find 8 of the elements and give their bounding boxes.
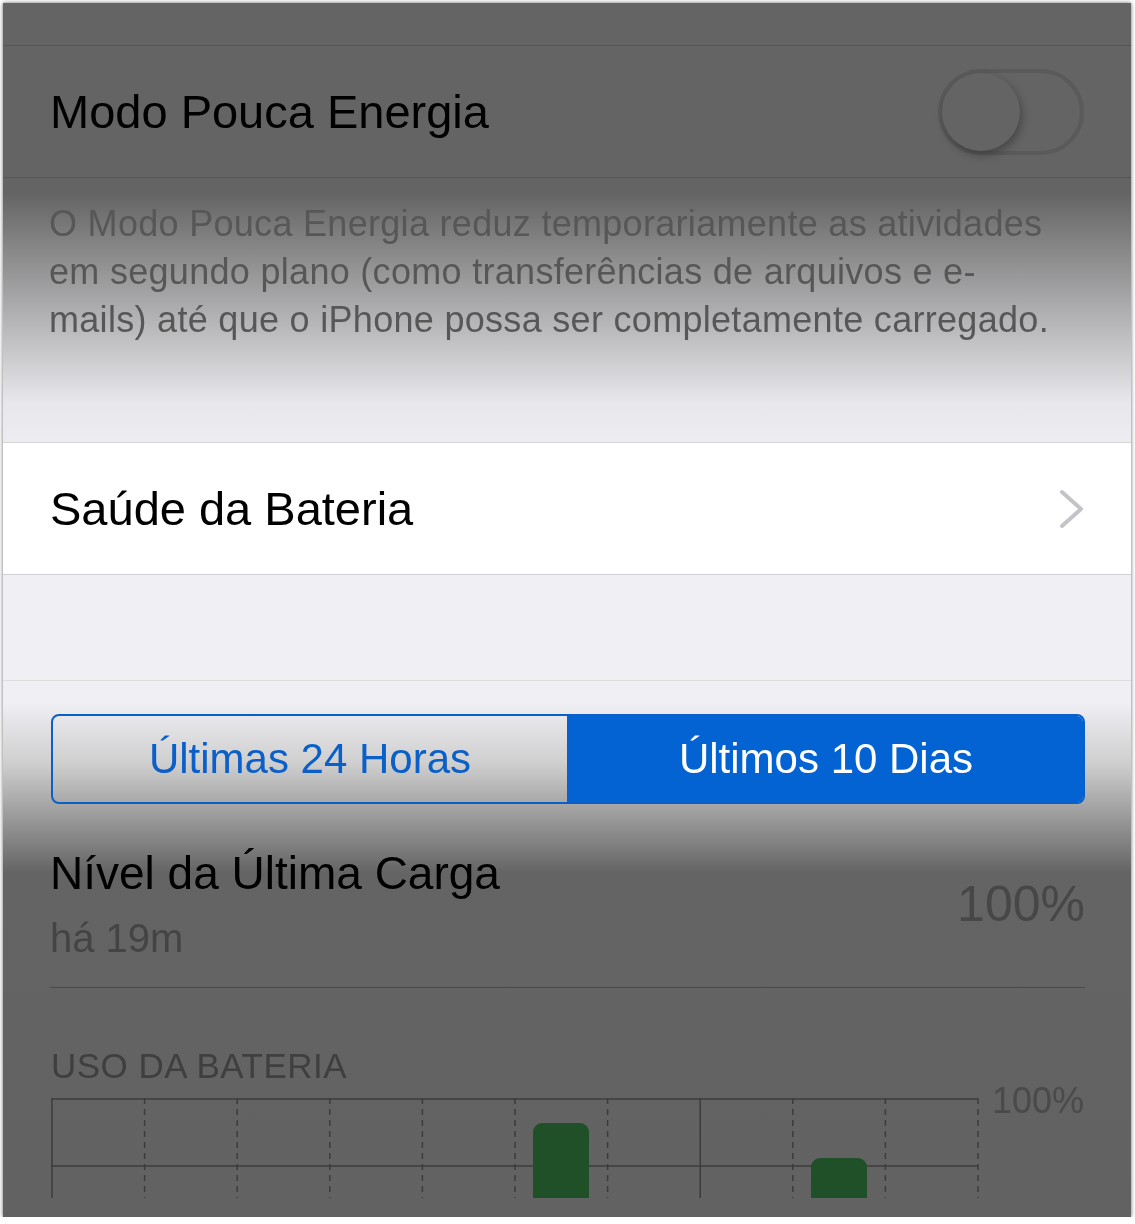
segment-tab[interactable]: Últimos 10 Dias [567,716,1083,802]
battery-health-row[interactable]: Saúde da Bateria [3,442,1131,575]
last-charge-title: Nível da Última Carga [50,846,500,900]
chevron-right-icon [1059,488,1085,529]
setting-label: Modo Pouca Energia [50,84,489,139]
segment-tab[interactable]: Últimas 24 Horas [53,716,567,802]
toggle-switch[interactable] [938,68,1084,155]
row-label: Saúde da Bateria [50,481,414,536]
